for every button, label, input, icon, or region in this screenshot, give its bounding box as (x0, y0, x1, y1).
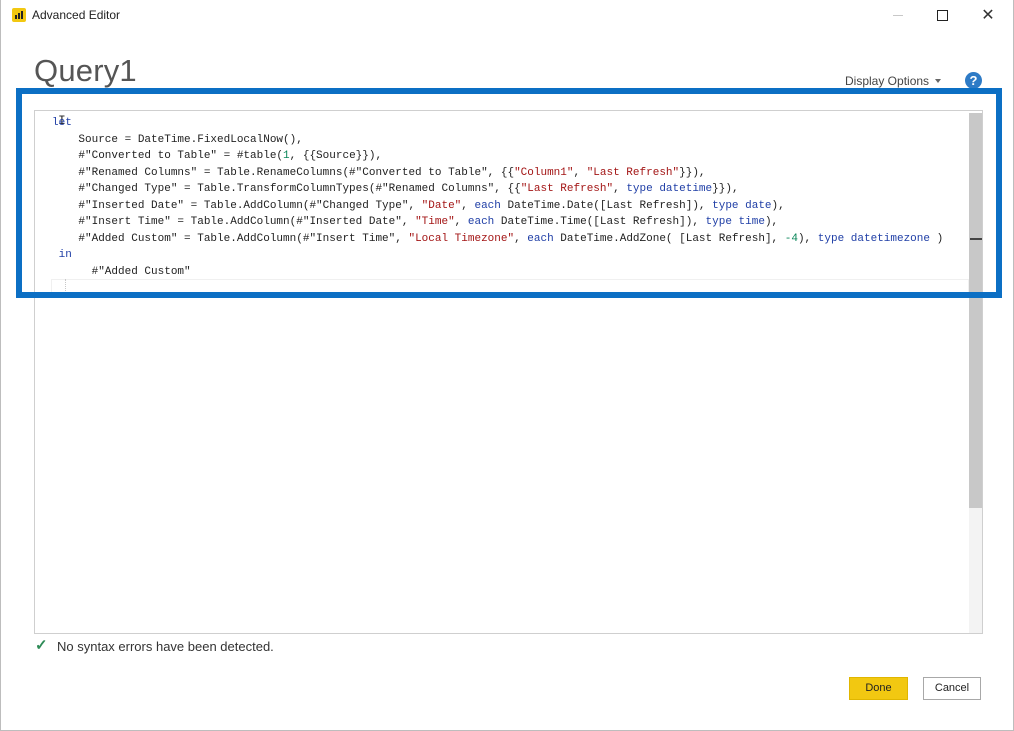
code-token: #"Changed Type" = Table.TransformColumnT… (52, 183, 521, 195)
code-line[interactable]: #"Insert Time" = Table.AddColumn(#"Inser… (52, 214, 943, 231)
code-line[interactable]: #"Inserted Date" = Table.AddColumn(#"Cha… (52, 198, 943, 215)
power-bi-icon (12, 8, 26, 22)
done-button[interactable]: Done (849, 677, 908, 700)
title-bar[interactable]: Advanced Editor ✕ (1, 0, 1013, 30)
code-token: 1 (283, 150, 290, 162)
code-token: type time (705, 216, 765, 228)
syntax-status-message: No syntax errors have been detected. (57, 638, 274, 654)
close-button[interactable]: ✕ (965, 0, 1011, 30)
chevron-down-icon[interactable] (935, 79, 941, 83)
code-token: ), (797, 232, 818, 245)
code-token: DateTime.Time([Last Refresh]), (494, 216, 706, 228)
syntax-status: ✓ No syntax errors have been detected. (35, 638, 274, 654)
code-token: each (474, 199, 501, 212)
code-token: #"Added Custom" = Table.AddColumn(#"Inse… (52, 232, 409, 245)
code-line[interactable]: in (52, 247, 943, 264)
code-line[interactable]: #"Added Custom" (52, 264, 943, 281)
code-token: -4 (784, 232, 798, 245)
minimize-button[interactable] (875, 0, 921, 30)
code-line[interactable]: #"Changed Type" = Table.TransformColumnT… (52, 181, 943, 198)
scrollbar-thumb[interactable] (969, 113, 982, 508)
maximize-button[interactable] (919, 0, 965, 30)
code-token: Source = DateTime.FixedLocalNow(), (52, 133, 303, 146)
code-token: #"Added Custom" (52, 265, 191, 278)
scrollbar-marker (970, 238, 982, 240)
code-token: #"Insert Time" = Table.AddColumn(#"Inser… (52, 216, 416, 228)
code-token: #"Renamed Columns" = Table.RenameColumns… (52, 166, 515, 179)
maximize-icon (936, 9, 948, 21)
check-icon: ✓ (35, 637, 48, 654)
code-token: #"Inserted Date" = Table.AddColumn(#"Cha… (52, 199, 422, 212)
code-token: , (514, 232, 528, 245)
query-title: Query1 (34, 53, 137, 88)
help-icon[interactable]: ? (965, 72, 982, 89)
code-token: "Local Timezone" (408, 232, 515, 245)
cancel-button[interactable]: Cancel (923, 677, 981, 700)
code-token: type datetimezone (817, 232, 930, 245)
code-token: , (613, 183, 627, 195)
minimize-icon (893, 14, 903, 16)
code-token: #"Converted to Table" = #table( (52, 150, 284, 162)
vertical-scrollbar[interactable] (969, 113, 982, 633)
code-token: DateTime.AddZone( [Last Refresh], (553, 232, 785, 245)
code-token: "Last Refresh" (520, 183, 614, 195)
code-token: in (52, 249, 72, 261)
code-token: ), (764, 216, 779, 228)
window-title: Advanced Editor (32, 8, 121, 22)
advanced-editor-window: Advanced Editor ✕ Query1 Display Options… (0, 0, 1014, 731)
code-token: , (454, 216, 468, 228)
code-token: ) (929, 232, 944, 245)
code-token: "Column1" (514, 166, 574, 179)
current-line-highlight (51, 279, 969, 297)
code-token: DateTime.Date([Last Refresh]), (500, 199, 713, 212)
code-token: type date (712, 199, 772, 212)
close-icon: ✕ (981, 7, 995, 24)
code-token: each (527, 232, 554, 245)
code-token: , (461, 199, 475, 212)
code-token: "Date" (421, 199, 462, 212)
code-line[interactable]: let (52, 115, 943, 132)
code-token: , (573, 166, 587, 179)
code-line[interactable]: Source = DateTime.FixedLocalNow(), (52, 132, 943, 149)
code-token: each (467, 216, 495, 228)
code-line[interactable]: #"Renamed Columns" = Table.RenameColumns… (52, 165, 943, 182)
display-options-dropdown[interactable]: Display Options (845, 74, 929, 88)
indent-guide (65, 279, 66, 297)
code-token: }}), (712, 183, 739, 195)
code-line[interactable]: #"Added Custom" = Table.AddColumn(#"Inse… (52, 231, 943, 248)
code-token: type datetime (626, 183, 713, 195)
code-text[interactable]: let Source = DateTime.FixedLocalNow(), #… (52, 115, 943, 280)
code-editor[interactable]: I let Source = DateTime.FixedLocalNow(),… (34, 110, 983, 634)
code-line[interactable]: #"Converted to Table" = #table(1, {{Sour… (52, 148, 943, 165)
code-token: "Time" (415, 216, 455, 228)
code-token: let (52, 117, 72, 129)
code-token: }}), (679, 166, 706, 179)
code-token: , {{Source}}), (289, 150, 383, 162)
code-token: ), (771, 199, 785, 212)
code-token: "Last Refresh" (586, 166, 680, 179)
